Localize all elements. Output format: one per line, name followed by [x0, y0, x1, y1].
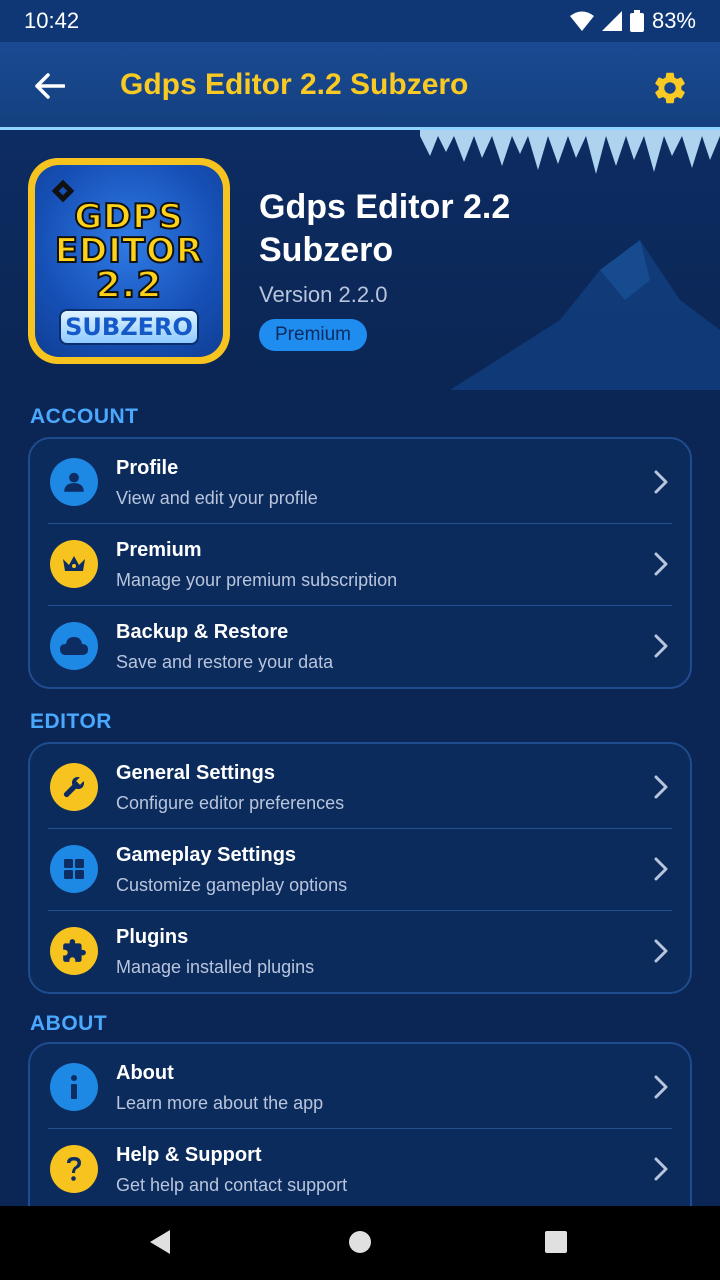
chevron-right-icon: [654, 552, 668, 576]
system-nav-bar: [0, 1206, 720, 1280]
item-title: About: [116, 1062, 174, 1084]
chevron-right-icon: [654, 857, 668, 881]
battery-percent: 83%: [651, 8, 696, 33]
grid-icon: [50, 845, 98, 893]
settings-item-gameplay-settings[interactable]: Gameplay Settings Customize gameplay opt…: [30, 828, 690, 910]
item-subtitle: View and edit your profile: [116, 488, 318, 508]
app-bar: Gdps Editor 2.2 Subzero: [0, 42, 720, 130]
account-card: Profile View and edit your profile Premi…: [28, 437, 692, 689]
editor-card: General Settings Configure editor prefer…: [28, 742, 692, 994]
settings-item-general-settings[interactable]: General Settings Configure editor prefer…: [30, 746, 690, 828]
item-title: Gameplay Settings: [116, 844, 297, 866]
nav-recents-icon[interactable]: [544, 1228, 568, 1256]
wrench-icon: [50, 763, 98, 811]
item-title: Plugins: [116, 926, 189, 948]
app-bar-title: Gdps Editor 2.2 Subzero: [120, 68, 469, 101]
status-time: 10:42: [24, 8, 80, 33]
section-label-about: ABOUT: [30, 1012, 108, 1035]
item-subtitle: Customize gameplay options: [116, 875, 348, 895]
user-icon: [50, 458, 98, 506]
item-title: Help & Support: [116, 1144, 262, 1166]
arrow-left-icon: [35, 73, 65, 99]
item-title: Backup & Restore: [116, 621, 289, 643]
divider: [48, 523, 672, 524]
settings-item-profile[interactable]: Profile View and edit your profile: [30, 441, 690, 523]
gear-icon: [655, 72, 685, 104]
puzzle-icon: [50, 927, 98, 975]
chevron-right-icon: [654, 939, 668, 963]
icicles-decoration: [420, 130, 720, 174]
settings-item-plugins[interactable]: Plugins Manage installed plugins: [30, 910, 690, 992]
crown-icon: [50, 540, 98, 588]
divider: [48, 1128, 672, 1129]
cloud-icon: [50, 622, 98, 670]
chevron-right-icon: [654, 1075, 668, 1099]
item-subtitle: Manage installed plugins: [116, 957, 315, 977]
item-subtitle: Manage your premium subscription: [116, 570, 398, 590]
section-label-account: ACCOUNT: [30, 405, 139, 428]
app-header: GDPS EDITOR 2.2 SUBZERO Gdps Editor 2.2 …: [0, 130, 720, 390]
item-subtitle: Save and restore your data: [116, 652, 334, 672]
divider: [48, 605, 672, 606]
item-title: Premium: [116, 539, 202, 561]
nav-home-icon[interactable]: [348, 1228, 372, 1256]
battery-icon: [629, 10, 644, 32]
chevron-right-icon: [654, 470, 668, 494]
settings-item-about[interactable]: About Learn more about the app: [30, 1046, 690, 1128]
logo-text: 2.2: [95, 264, 163, 307]
status-bar: 10:42 83%: [0, 0, 720, 42]
app-name: Gdps Editor 2.2 Subzero: [259, 188, 511, 269]
chevron-right-icon: [654, 775, 668, 799]
app-version: Version 2.2.0: [259, 282, 388, 307]
divider: [48, 910, 672, 911]
info-icon: [50, 1063, 98, 1111]
logo-subzero-text: SUBZERO: [59, 309, 199, 345]
wifi-icon: [569, 11, 594, 31]
signal-icon: [601, 11, 622, 31]
chevron-right-icon: [654, 1157, 668, 1181]
status-icons: 83%: [569, 8, 696, 34]
item-subtitle: Configure editor preferences: [116, 793, 345, 813]
premium-badge: Premium: [259, 319, 368, 351]
item-subtitle: Get help and contact support: [116, 1175, 348, 1195]
divider: [48, 828, 672, 829]
chevron-right-icon: [654, 634, 668, 658]
app-logo: GDPS EDITOR 2.2 SUBZERO: [28, 158, 230, 364]
back-button[interactable]: [22, 62, 78, 110]
settings-item-backup-restore[interactable]: Backup & Restore Save and restore your d…: [30, 605, 690, 687]
question-icon: [50, 1145, 98, 1193]
item-title: Profile: [116, 457, 179, 479]
settings-item-premium[interactable]: Premium Manage your premium subscription: [30, 523, 690, 605]
item-title: General Settings: [116, 762, 275, 784]
settings-item-help-support[interactable]: Help & Support Get help and contact supp…: [30, 1128, 690, 1210]
item-subtitle: Learn more about the app: [116, 1093, 324, 1113]
nav-back-icon[interactable]: [148, 1228, 172, 1256]
section-label-editor: EDITOR: [30, 710, 112, 733]
settings-button[interactable]: [646, 64, 694, 112]
